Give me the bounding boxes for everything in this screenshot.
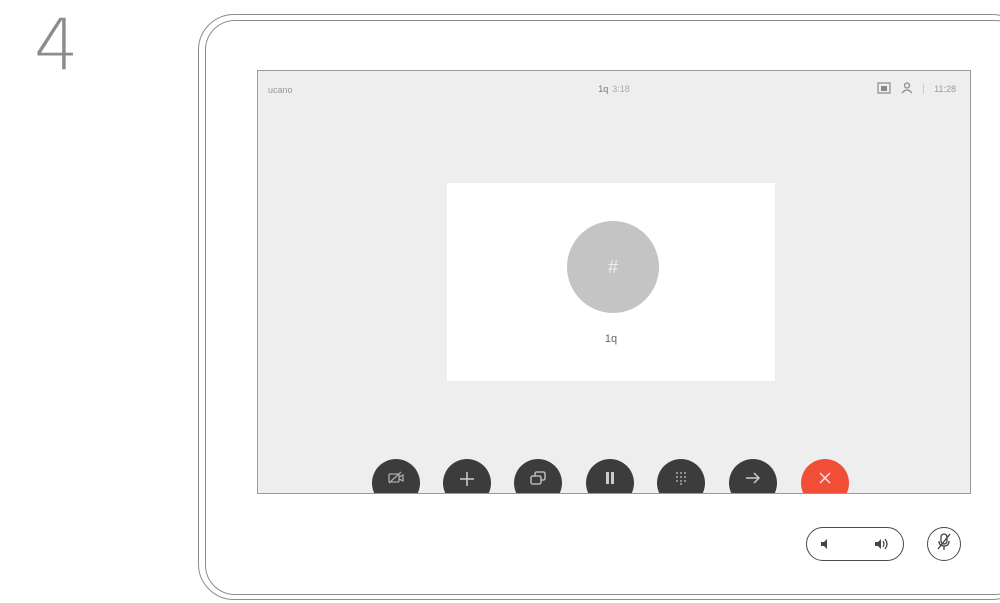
- hold-button[interactable]: [586, 459, 634, 493]
- call-controls: [258, 459, 970, 493]
- camera-off-icon: [388, 471, 404, 490]
- keypad-icon: [675, 471, 687, 490]
- status-divider: [923, 84, 925, 94]
- call-status: 1q 3:18: [258, 84, 970, 94]
- camera-off-button[interactable]: [372, 459, 420, 493]
- call-card: # 1q: [447, 183, 775, 381]
- participant-name: 1q: [604, 333, 618, 345]
- add-icon: [459, 471, 475, 492]
- call-name: 1q: [598, 84, 609, 94]
- add-button[interactable]: [443, 459, 491, 493]
- microphone-muted-icon: [936, 532, 952, 556]
- transfer-button[interactable]: [729, 459, 777, 493]
- end-call-icon: [818, 471, 832, 490]
- participants-icon[interactable]: [901, 82, 913, 96]
- step-number: 4: [34, 4, 79, 86]
- transfer-arrow-icon: [745, 471, 761, 490]
- mute-microphone-button[interactable]: [927, 527, 961, 561]
- avatar-symbol: #: [607, 256, 618, 277]
- clock: 11:28: [934, 84, 956, 94]
- self-view-icon[interactable]: [877, 82, 891, 96]
- keypad-button[interactable]: [657, 459, 705, 493]
- pause-icon: [604, 471, 616, 490]
- end-call-button[interactable]: [801, 459, 849, 493]
- share-screen-icon: [530, 471, 546, 490]
- volume-control[interactable]: [806, 527, 904, 561]
- share-screen-button[interactable]: [514, 459, 562, 493]
- avatar: #: [567, 221, 659, 313]
- call-duration: 3:18: [612, 84, 630, 94]
- volume-up-icon[interactable]: [873, 536, 891, 557]
- status-right: 11:28: [877, 82, 956, 96]
- volume-down-icon[interactable]: [819, 537, 833, 556]
- call-screen: ucano 1q 3:18 11:28 # 1q: [257, 70, 971, 494]
